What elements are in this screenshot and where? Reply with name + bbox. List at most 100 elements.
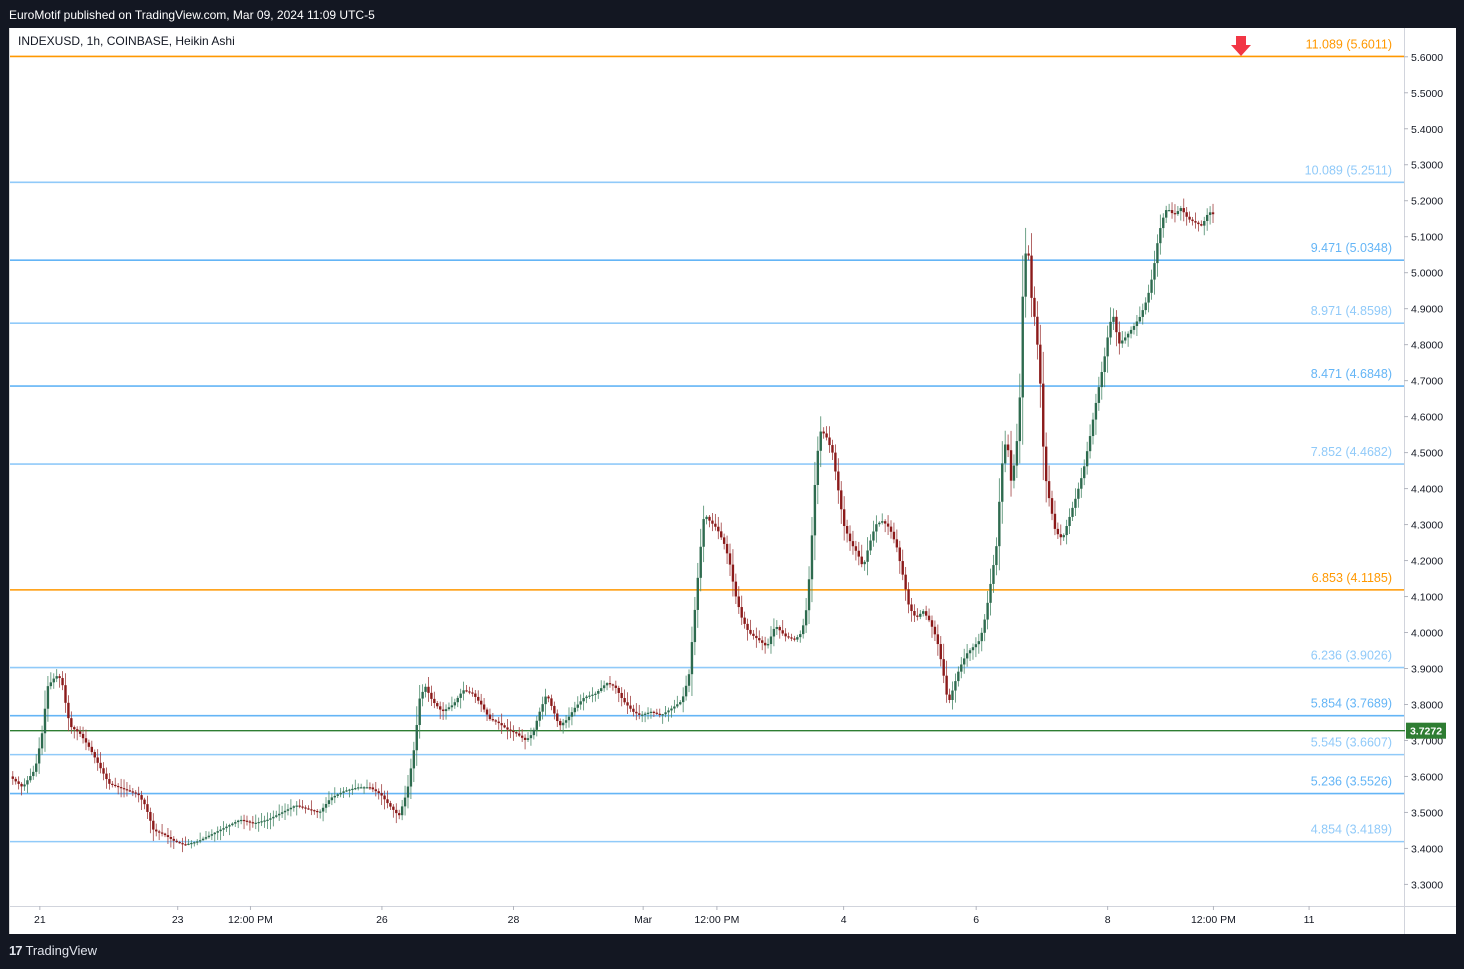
candle-body	[251, 822, 255, 824]
plot-area[interactable]	[10, 28, 1404, 906]
candle-body	[992, 565, 995, 584]
candle-body	[731, 564, 735, 582]
candle-body	[210, 834, 214, 836]
candle-body	[380, 793, 383, 796]
candle-body	[1138, 316, 1142, 322]
candle-body	[573, 707, 577, 713]
candle-body	[198, 840, 202, 842]
fib-label-9: 5.545 (3.6607)	[1311, 736, 1392, 750]
candle-body	[400, 806, 404, 816]
candle-body	[556, 713, 559, 722]
candle-body	[974, 644, 978, 648]
candle-body	[178, 842, 181, 844]
candle-body	[1100, 372, 1103, 388]
candle-body	[459, 693, 462, 698]
candle-body	[851, 541, 855, 547]
candle-body	[1205, 214, 1209, 222]
candle-body	[845, 526, 849, 534]
candle-body	[804, 610, 808, 626]
candle-body	[219, 829, 222, 832]
candle-body	[67, 702, 70, 719]
candle-body	[1091, 419, 1095, 437]
candle-body	[561, 722, 565, 726]
candle-body	[883, 521, 887, 524]
price-chart[interactable]: 11.089 (5.6011) 10.089 (5.2511) 9.471 (5.0…	[10, 28, 1456, 934]
candle-body	[1062, 535, 1065, 538]
candle-body	[623, 698, 626, 703]
price-tick-20: 5.3000	[1411, 160, 1443, 172]
candle-body	[860, 556, 863, 565]
candle-body	[881, 521, 884, 523]
price-tick-10: 4.3000	[1411, 520, 1443, 532]
candle-body	[971, 647, 975, 651]
candle-body	[108, 779, 111, 784]
candle-body	[922, 611, 925, 614]
candle-body	[479, 700, 483, 705]
candle-body	[831, 445, 834, 453]
candle-body	[43, 708, 47, 734]
candle-body	[673, 706, 676, 709]
candle-body	[485, 709, 489, 715]
candle-body	[1132, 326, 1136, 330]
candle-body	[538, 711, 541, 721]
candle-body	[1015, 441, 1019, 466]
candle-body	[664, 712, 667, 715]
candle-body	[441, 709, 445, 712]
candle-body	[620, 692, 623, 699]
chart-frame[interactable]: 11.089 (5.6011) 10.089 (5.2511) 9.471 (5.0…	[9, 28, 1456, 934]
candle-body	[58, 676, 61, 679]
candle-body	[11, 776, 14, 779]
candle-body	[87, 742, 91, 747]
candle-body	[497, 721, 500, 724]
candle-body	[149, 811, 152, 821]
candle-body	[924, 611, 928, 616]
tradingview-logo[interactable]: 17 TradingView	[9, 943, 97, 958]
candle-body	[166, 835, 170, 838]
candle-body	[857, 550, 861, 557]
candle-body	[813, 484, 817, 536]
candle-body	[75, 729, 79, 732]
candle-body	[1103, 356, 1106, 373]
candle-body	[1182, 208, 1185, 213]
candle-body	[752, 633, 755, 636]
candle-body	[266, 819, 269, 821]
candle-body	[231, 823, 234, 826]
candle-body	[269, 818, 272, 820]
candle-body	[842, 509, 846, 527]
candle-body	[690, 642, 694, 675]
candle-body	[260, 821, 263, 823]
candle-body	[272, 816, 275, 819]
candle-body	[629, 705, 632, 709]
candle-body	[1024, 253, 1027, 297]
candle-body	[1211, 212, 1215, 215]
candle-body	[239, 819, 243, 822]
candle-body	[64, 685, 67, 703]
candle-body	[998, 501, 1001, 547]
candle-body	[1021, 296, 1024, 398]
candle-body	[889, 526, 893, 532]
candle-body	[1150, 279, 1153, 293]
candle-body	[114, 784, 117, 787]
candle-body	[837, 471, 840, 491]
candle-body	[1018, 397, 1022, 442]
time-tick-8: 6	[973, 914, 979, 926]
tradingview-icon: 17	[9, 943, 23, 958]
candle-body	[1173, 213, 1177, 215]
candle-body	[234, 822, 237, 824]
candle-body	[181, 843, 184, 845]
candle-body	[720, 531, 723, 538]
candle-body	[301, 806, 304, 808]
candle-body	[553, 705, 556, 714]
candle-body	[632, 708, 635, 712]
time-tick-7: 4	[841, 914, 847, 926]
price-tick-22: 5.5000	[1411, 88, 1443, 100]
candle-body	[1162, 217, 1165, 229]
candle-body	[204, 837, 208, 839]
time-tick-10: 12:00 PM	[1191, 914, 1236, 926]
candle-body	[1191, 219, 1194, 222]
candle-body	[46, 686, 50, 709]
candle-body	[321, 807, 325, 812]
candle-body	[254, 822, 257, 824]
candle-body	[172, 838, 175, 841]
candle-body	[743, 617, 746, 624]
